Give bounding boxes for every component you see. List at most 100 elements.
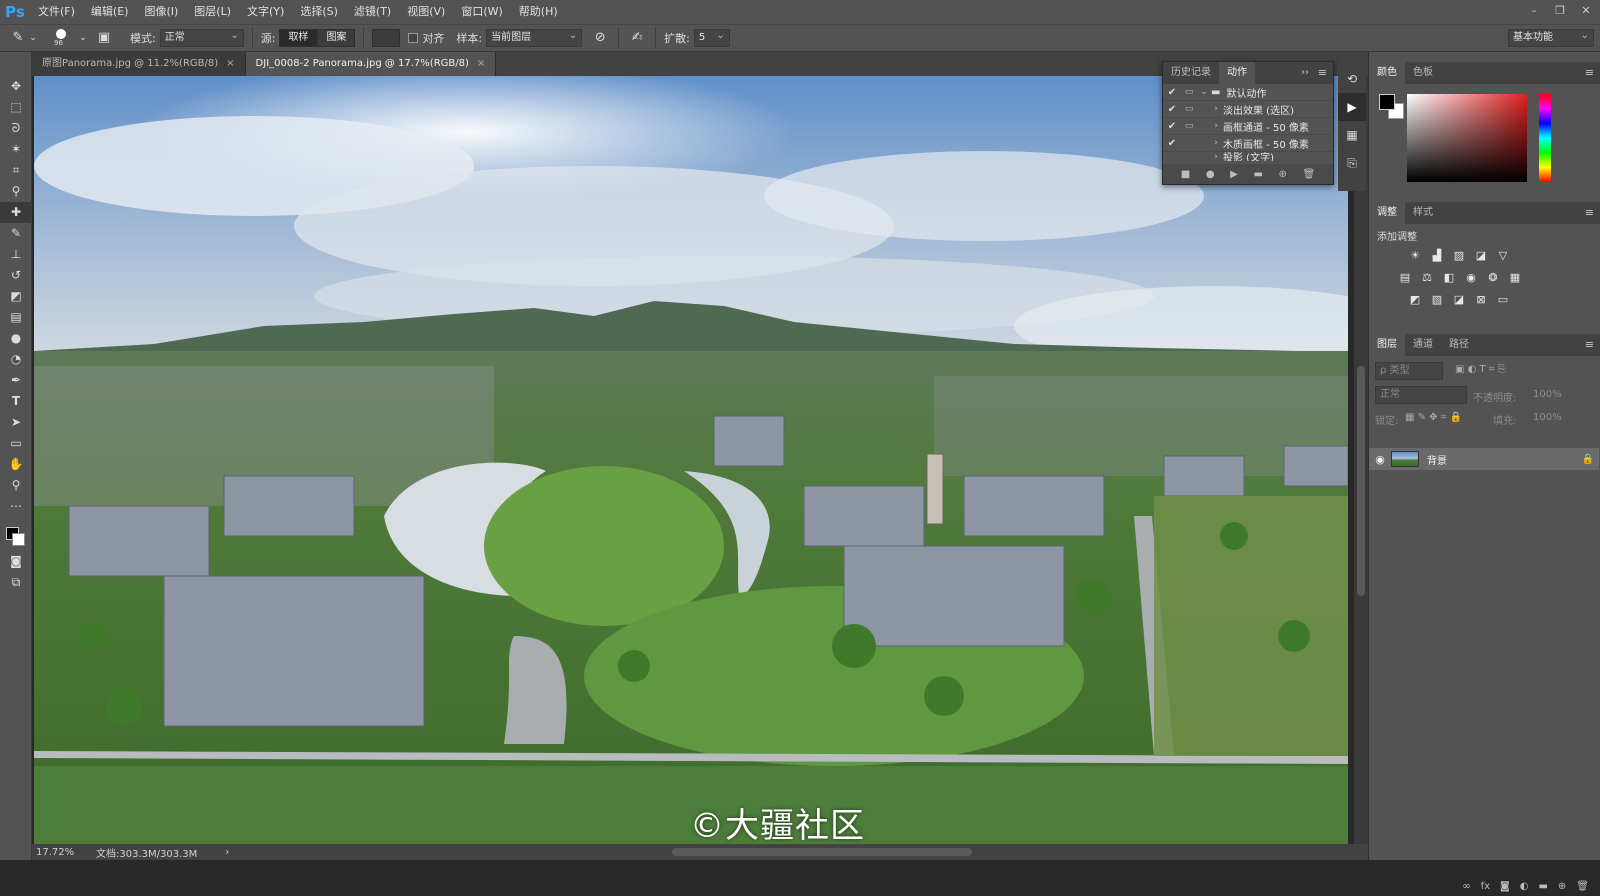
- more-tools-icon[interactable]: ⋯: [0, 496, 32, 517]
- horizontal-scrollbar-thumb[interactable]: [672, 848, 972, 856]
- layer-filter-icons[interactable]: ▣ ◐ T ⌗ ⎘: [1455, 364, 1506, 375]
- properties-panel-icon[interactable]: ▦: [1338, 121, 1366, 149]
- hue-saturation-icon[interactable]: ▤: [1397, 270, 1413, 286]
- new-adjustment-icon[interactable]: ◐: [1520, 881, 1529, 892]
- layer-filter-select[interactable]: ρ 类型: [1375, 362, 1443, 380]
- threshold-icon[interactable]: ◪: [1451, 292, 1467, 308]
- mode-select[interactable]: 正常: [159, 28, 244, 47]
- color-swatches[interactable]: [1379, 94, 1405, 120]
- chevron-down-icon[interactable]: ⌄: [28, 28, 38, 48]
- history-brush-tool-icon[interactable]: ↺: [0, 265, 32, 286]
- posterize-icon[interactable]: ▧: [1429, 292, 1445, 308]
- zoom-level[interactable]: 17.72%: [36, 847, 96, 858]
- menu-image[interactable]: 图像(I): [136, 0, 186, 24]
- menu-help[interactable]: 帮助(H): [511, 0, 566, 24]
- path-selection-tool-icon[interactable]: ➤: [0, 412, 32, 433]
- hue-slider[interactable]: [1539, 94, 1551, 182]
- new-group-icon[interactable]: ▬: [1538, 881, 1547, 892]
- menu-filter[interactable]: 滤镜(T): [346, 0, 399, 24]
- action-row[interactable]: ✔ › 木质画框 - 50 像素: [1163, 135, 1333, 152]
- link-layers-icon[interactable]: ∞: [1462, 881, 1470, 892]
- color-balance-icon[interactable]: ⚖: [1419, 270, 1435, 286]
- invert-icon[interactable]: ◩: [1407, 292, 1423, 308]
- close-icon[interactable]: ✕: [1578, 3, 1594, 19]
- photo-filter-icon[interactable]: ◉: [1463, 270, 1479, 286]
- document-canvas[interactable]: [32, 76, 1368, 844]
- workspace-select[interactable]: 基本功能: [1508, 28, 1594, 47]
- clone-source-panel-icon[interactable]: ⎘: [1338, 149, 1366, 177]
- new-set-folder-icon[interactable]: ▬: [1253, 169, 1262, 180]
- play-icon[interactable]: ▶: [1230, 169, 1238, 180]
- menu-layer[interactable]: 图层(L): [186, 0, 239, 24]
- history-panel-icon[interactable]: ⟲: [1338, 65, 1366, 93]
- delete-layer-icon[interactable]: 🗑: [1576, 881, 1589, 892]
- close-tab-icon[interactable]: ×: [226, 58, 234, 69]
- status-menu-arrow[interactable]: ›: [225, 847, 229, 858]
- document-tab-active[interactable]: DJI_0008-2 Panorama.jpg @ 17.7%(RGB/8) ×: [245, 52, 497, 76]
- toggle-check-icon[interactable]: ✔: [1163, 104, 1181, 115]
- menu-type[interactable]: 文字(Y): [239, 0, 292, 24]
- menu-edit[interactable]: 编辑(E): [83, 0, 137, 24]
- menu-window[interactable]: 窗口(W): [453, 0, 510, 24]
- tab-layers[interactable]: 图层: [1369, 334, 1405, 356]
- document-tab[interactable]: 原图Panorama.jpg @ 11.2%(RGB/8) ×: [32, 52, 246, 76]
- tab-adjustments[interactable]: 调整: [1369, 202, 1405, 224]
- aligned-checkbox[interactable]: [408, 33, 419, 43]
- pressure-size-icon[interactable]: ✍: [627, 28, 647, 48]
- actions-panel-icon[interactable]: ▶: [1338, 93, 1366, 121]
- new-layer-icon[interactable]: ⊕: [1558, 881, 1566, 892]
- tab-swatches[interactable]: 色板: [1405, 62, 1441, 84]
- toggle-check-icon[interactable]: ✔: [1163, 138, 1181, 149]
- curves-icon[interactable]: ▨: [1451, 248, 1467, 264]
- close-tab-icon[interactable]: ×: [477, 58, 485, 69]
- scroll-thumb[interactable]: [1357, 366, 1365, 596]
- levels-icon[interactable]: ▟: [1429, 248, 1445, 264]
- quick-mask-icon[interactable]: ◙: [0, 551, 32, 572]
- dialog-toggle-icon[interactable]: ▭: [1181, 87, 1197, 97]
- gradient-map-icon[interactable]: ▭: [1495, 292, 1511, 308]
- pattern-picker[interactable]: [372, 29, 401, 47]
- lasso-tool-icon[interactable]: ᘐ: [0, 118, 32, 139]
- panel-menu-icon[interactable]: ≡: [1585, 202, 1594, 224]
- expand-arrow-icon[interactable]: ›: [1209, 138, 1223, 148]
- crop-tool-icon[interactable]: ⌗: [0, 160, 32, 181]
- menu-view[interactable]: 视图(V): [399, 0, 453, 24]
- rectangle-tool-icon[interactable]: ▭: [0, 433, 32, 454]
- restore-icon[interactable]: ❐: [1552, 3, 1568, 19]
- dialog-toggle-icon[interactable]: ▭: [1181, 121, 1197, 131]
- expand-arrow-icon[interactable]: ⌄: [1197, 87, 1211, 97]
- add-mask-icon[interactable]: ◙: [1500, 881, 1510, 892]
- vertical-scrollbar[interactable]: [1354, 76, 1368, 844]
- marquee-tool-icon[interactable]: ⬚: [0, 97, 32, 118]
- pattern-button[interactable]: 图案: [317, 29, 356, 47]
- dodge-tool-icon[interactable]: ◔: [0, 349, 32, 370]
- pen-tool-icon[interactable]: ✒: [0, 370, 32, 391]
- type-tool-icon[interactable]: T: [0, 391, 32, 412]
- fx-icon[interactable]: fx: [1481, 881, 1490, 892]
- panel-menu-icon[interactable]: ≡: [1318, 62, 1327, 84]
- selective-color-icon[interactable]: ⊠: [1473, 292, 1489, 308]
- brush-preset-picker[interactable]: 96: [48, 27, 78, 49]
- sample-select[interactable]: 当前图层: [486, 28, 583, 47]
- tab-styles[interactable]: 样式: [1405, 202, 1441, 224]
- color-field[interactable]: [1407, 94, 1527, 182]
- ignore-adjustment-layers-icon[interactable]: ⊘: [590, 28, 610, 48]
- opacity-value[interactable]: 100%: [1533, 389, 1562, 400]
- background-color-swatch[interactable]: [12, 533, 25, 546]
- toggle-check-icon[interactable]: ✔: [1163, 87, 1181, 98]
- tab-channels[interactable]: 通道: [1405, 334, 1441, 356]
- layer-row-background[interactable]: ◉ 背景 🔒: [1369, 448, 1599, 470]
- dialog-toggle-icon[interactable]: ▭: [1181, 104, 1197, 114]
- gradient-tool-icon[interactable]: ▤: [0, 307, 32, 328]
- chevron-down-icon[interactable]: ⌄: [78, 28, 88, 48]
- action-row[interactable]: ✔ ▭ › 画框通道 - 50 像素: [1163, 118, 1333, 135]
- healing-brush-tool-icon[interactable]: ✚: [0, 202, 32, 223]
- minimize-icon[interactable]: –: [1526, 3, 1542, 19]
- panel-menu-icon[interactable]: ≡: [1585, 62, 1594, 84]
- eyedropper-tool-icon[interactable]: ⚲: [0, 181, 32, 202]
- sampled-button[interactable]: 取样: [279, 29, 318, 47]
- foreground-background-swatches[interactable]: [0, 517, 32, 551]
- expand-arrow-icon[interactable]: ›: [1209, 104, 1223, 114]
- menu-file[interactable]: 文件(F): [30, 0, 83, 24]
- visibility-eye-icon[interactable]: ◉: [1369, 453, 1391, 466]
